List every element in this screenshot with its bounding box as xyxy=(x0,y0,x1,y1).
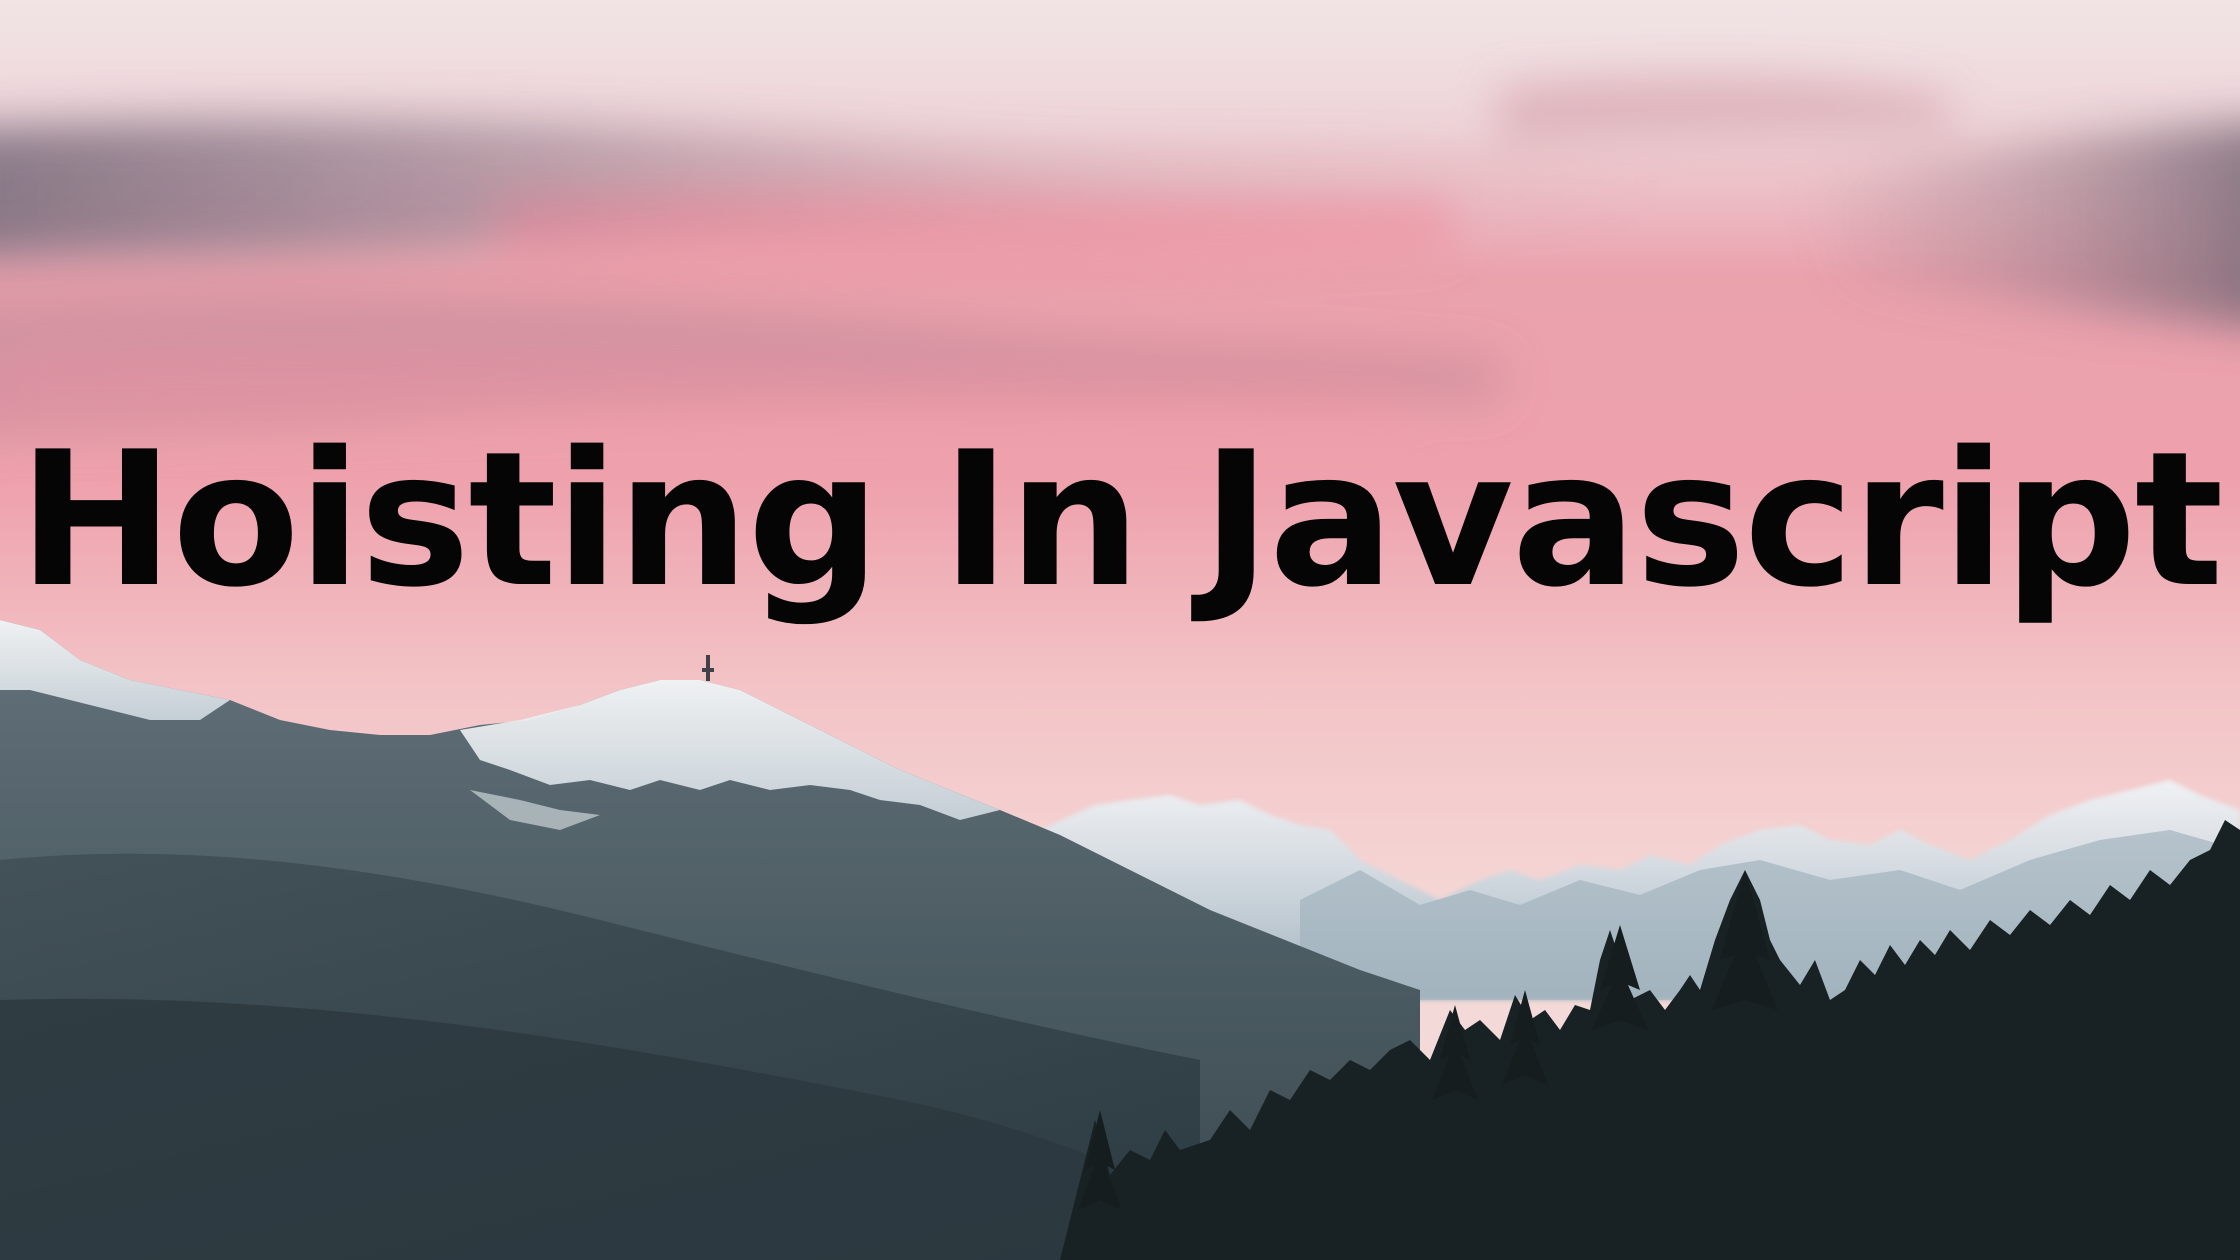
thumbnail-scene: Hoisting In Javascript xyxy=(0,0,2240,1260)
thumbnail-title: Hoisting In Javascript xyxy=(18,411,2223,628)
